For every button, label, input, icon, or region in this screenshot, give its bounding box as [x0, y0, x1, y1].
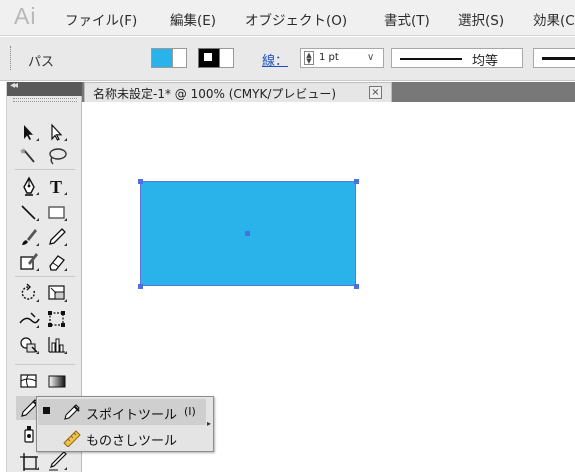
rotate-tool-icon[interactable] [16, 281, 42, 305]
profile-label: 均等 [472, 54, 499, 69]
document-tab[interactable]: 名称未設定-1* @ 100% (CMYK/プレビュー) × [84, 82, 392, 102]
tool-divider [15, 276, 75, 277]
menu-edit[interactable]: 編集(E) [170, 9, 216, 29]
stroke-color-swatch[interactable] [198, 48, 220, 68]
flyout-item-label: スポイトツール [86, 408, 178, 423]
type-tool-icon[interactable]: T [44, 174, 70, 198]
document-tab-title[interactable]: 名称未設定-1* @ 100% (CMYK/プレビュー) [93, 85, 336, 102]
paintbrush-tool-icon[interactable] [16, 225, 42, 249]
tab-strip [392, 82, 575, 102]
eyedropper-icon [62, 403, 82, 421]
slice-tool-icon[interactable] [44, 449, 70, 472]
lasso-tool-icon[interactable] [44, 144, 70, 168]
tool-divider [15, 364, 75, 365]
profile-preview-line [400, 58, 462, 60]
blob-brush-tool-icon[interactable] [16, 250, 42, 274]
tearoff-icon[interactable]: ▸ [207, 419, 211, 428]
tools-panel-grip[interactable] [13, 98, 77, 102]
close-icon[interactable]: × [369, 86, 382, 99]
shape-center-point [245, 231, 250, 236]
pencil-tool-icon[interactable] [44, 225, 70, 249]
menu-file[interactable]: ファイル(F) [65, 9, 137, 29]
brush-definition-select[interactable] [533, 48, 575, 68]
flyout-item-shortcut: (I) [184, 405, 196, 418]
line-segment-tool-icon[interactable] [16, 200, 42, 224]
direct-selection-tool-icon[interactable] [44, 120, 70, 144]
pen-tool-icon[interactable] [16, 174, 42, 198]
anchor-point-top-left[interactable] [138, 179, 143, 184]
tool-divider [15, 169, 75, 170]
eraser-tool-icon[interactable] [44, 250, 70, 274]
rectangle-tool-icon[interactable] [44, 200, 70, 224]
control-bar: パス 線： ▲ ▼ 1 pt ∨ 均等 [0, 37, 575, 81]
flyout-item-measure[interactable]: ものさしツール [38, 425, 206, 451]
stroke-color-dropdown[interactable] [220, 48, 234, 68]
selection-type-label: パス [28, 55, 55, 70]
stroke-weight-value[interactable]: 1 pt [319, 52, 339, 63]
flyout-item-label: ものさしツール [86, 434, 178, 449]
chevron-down-icon[interactable]: ∨ [367, 52, 374, 63]
brush-preview-line [542, 57, 575, 60]
menu-object[interactable]: オブジェクト(O) [245, 9, 347, 29]
stroke-weight-field[interactable]: ▲ ▼ 1 pt ∨ [300, 48, 384, 68]
menu-select[interactable]: 選択(S) [458, 9, 504, 29]
width-tool-icon[interactable] [16, 307, 42, 331]
magic-wand-tool-icon[interactable] [16, 144, 42, 168]
collapse-icon[interactable]: ◂◂ [10, 80, 18, 91]
menu-effect[interactable]: 効果(C) [533, 9, 575, 29]
free-transform-tool-icon[interactable] [44, 307, 70, 331]
gradient-tool-icon[interactable] [44, 369, 70, 393]
app-logo: Ai [14, 3, 37, 29]
current-tool-indicator [43, 407, 50, 414]
selection-tool-icon[interactable] [16, 120, 42, 144]
stroke-weight-stepper[interactable]: ▲ ▼ [304, 51, 314, 65]
scale-tool-icon[interactable] [44, 281, 70, 305]
eyedropper-tool-flyout: スポイトツール (I) ものさしツール ▸ [36, 396, 214, 452]
anchor-point-top-right[interactable] [354, 179, 359, 184]
fill-color-swatch[interactable] [151, 48, 173, 68]
control-bar-grip[interactable] [10, 46, 13, 70]
graph-tool-icon[interactable] [44, 333, 70, 357]
menu-bar: Ai ファイル(F) 編集(E) オブジェクト(O) 書式(T) 選択(S) 効… [0, 0, 575, 36]
artboard-tool-icon[interactable] [16, 449, 42, 472]
variable-width-profile-select[interactable]: 均等 [391, 48, 523, 69]
tools-panel-header[interactable]: ◂◂ [7, 80, 82, 96]
shape-builder-tool-icon[interactable] [16, 333, 42, 357]
mesh-tool-icon[interactable] [16, 369, 42, 393]
fill-color-dropdown[interactable] [173, 48, 187, 68]
menu-type[interactable]: 書式(T) [384, 9, 430, 29]
anchor-point-bottom-right[interactable] [354, 284, 359, 289]
anchor-point-bottom-left[interactable] [138, 284, 143, 289]
flyout-item-eyedropper[interactable]: スポイトツール (I) [38, 399, 206, 425]
stroke-panel-link[interactable]: 線： [262, 50, 288, 69]
svg-text:T: T [50, 177, 62, 197]
measure-icon [62, 429, 82, 448]
